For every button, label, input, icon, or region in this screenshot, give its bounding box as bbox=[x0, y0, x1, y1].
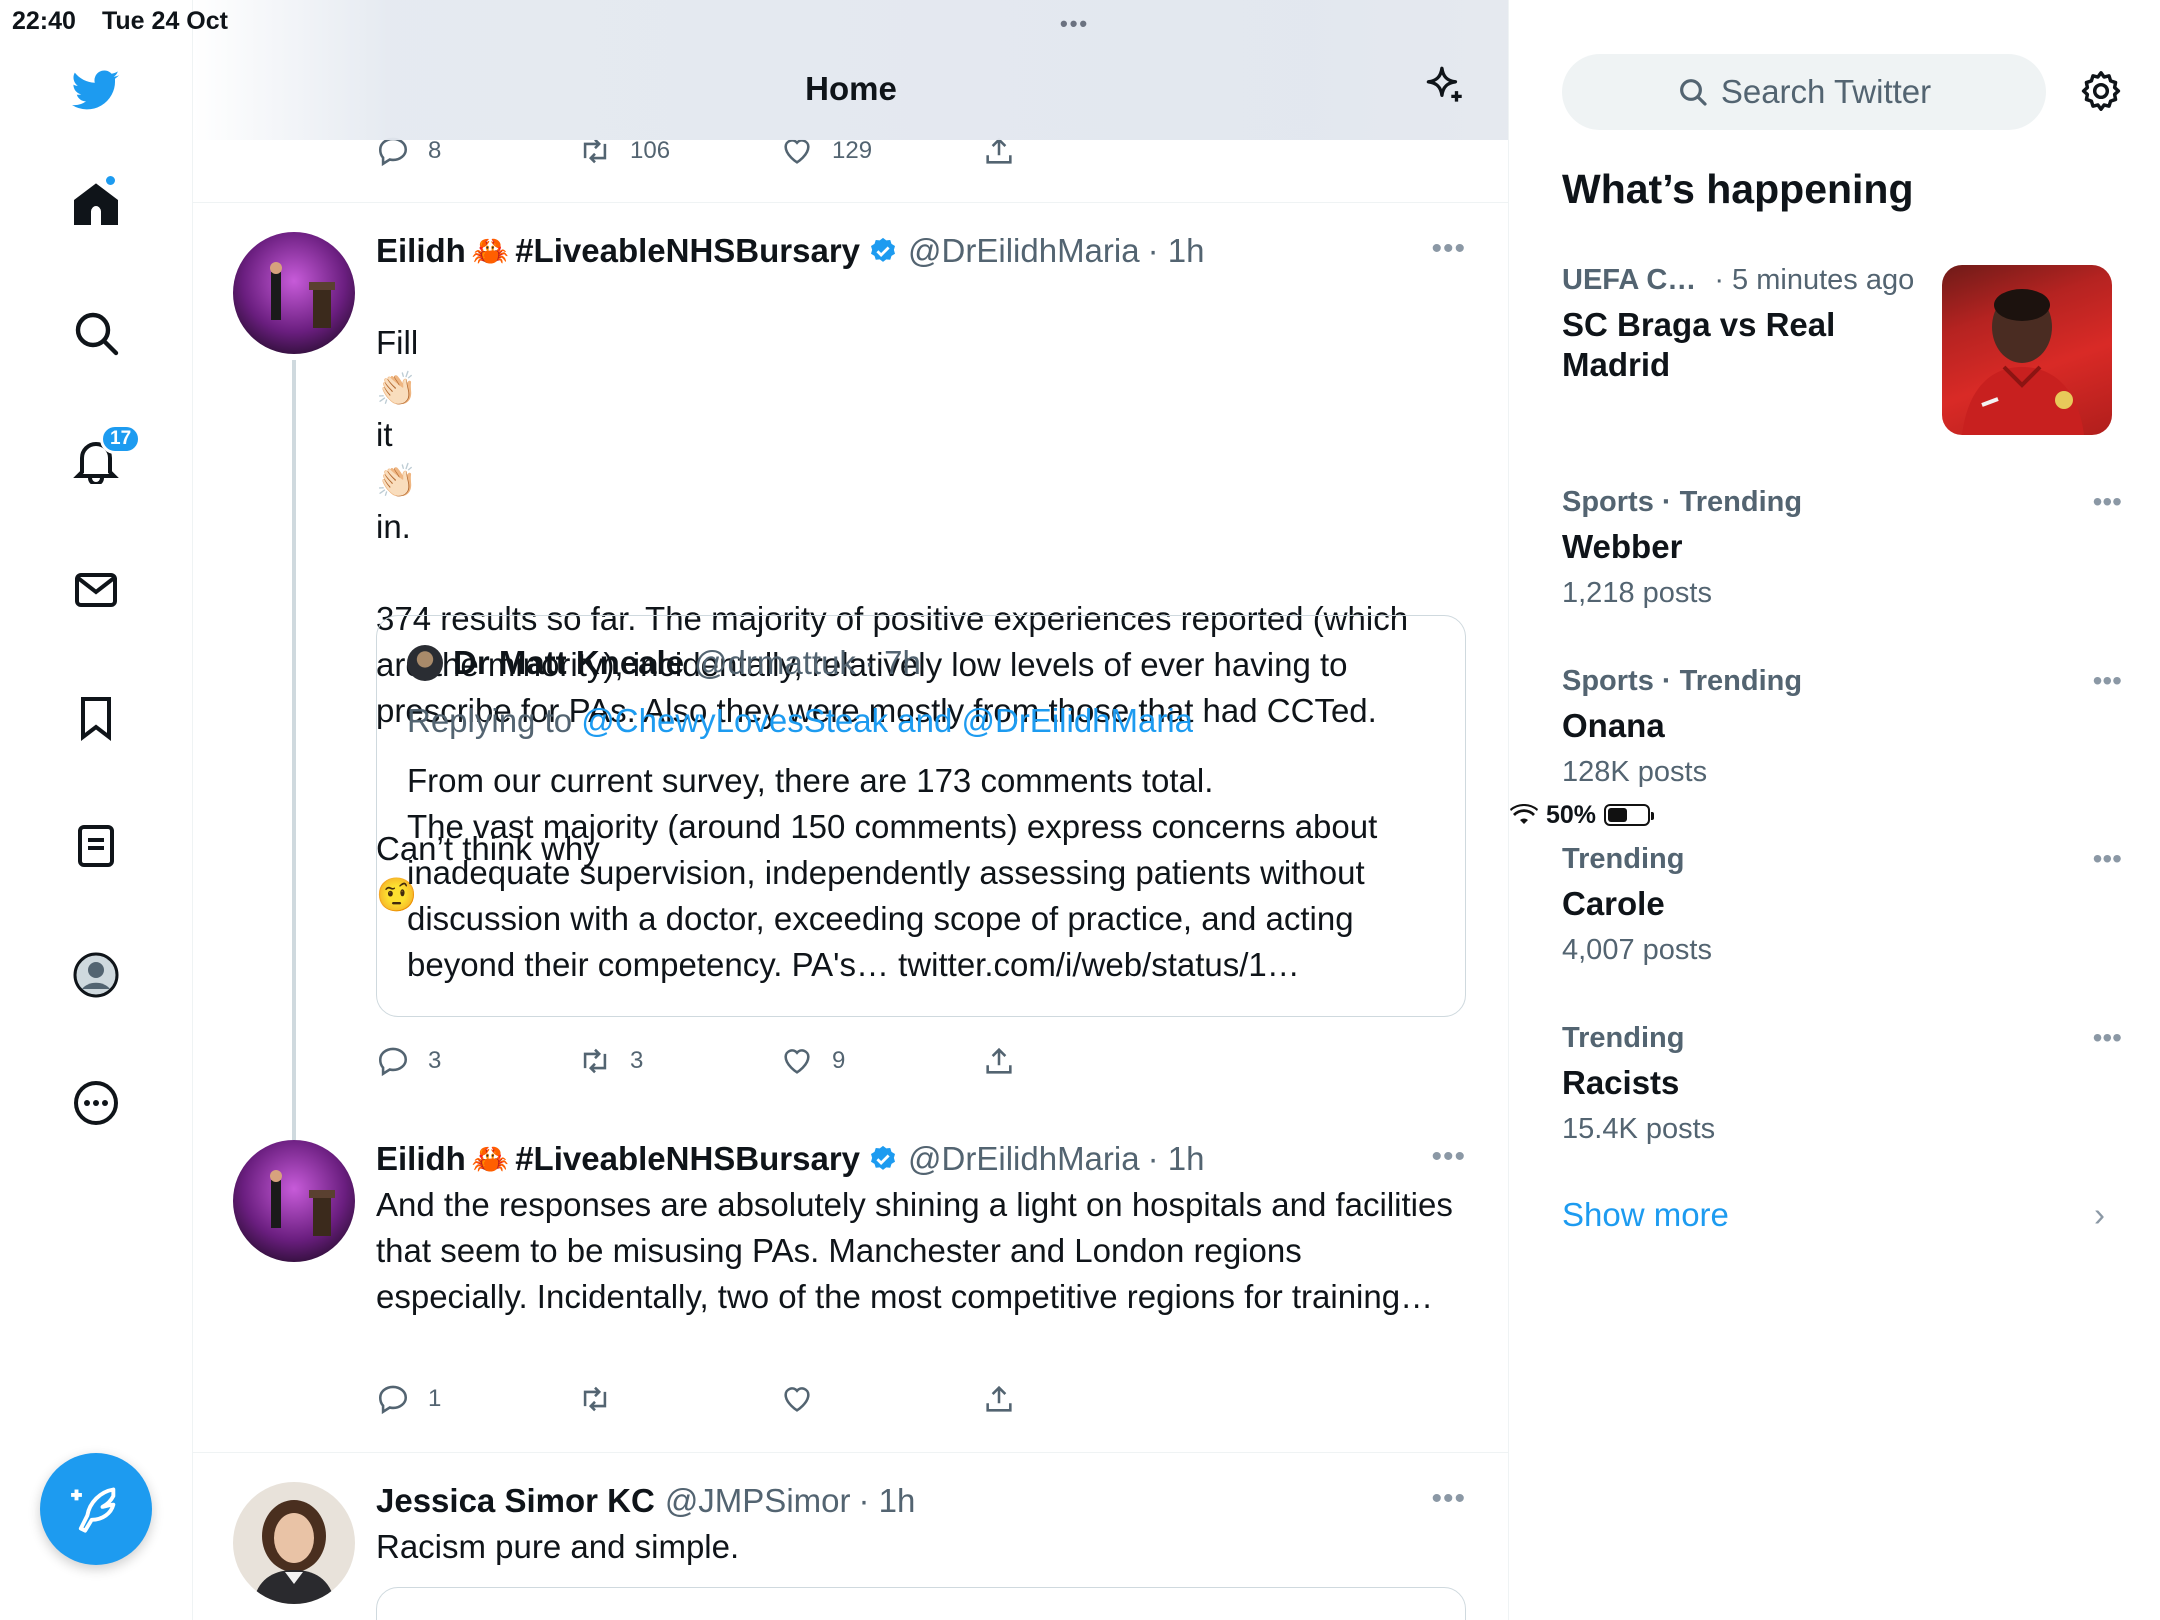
quoted-tweet-text: From our current survey, there are 173 c… bbox=[407, 762, 1378, 983]
wifi-icon bbox=[1510, 804, 1538, 824]
status-bar: 22:40 Tue 24 Oct ••• 50% bbox=[0, 0, 2160, 829]
tweet-header: Jessica Simor KC @JMPSimor · 1h bbox=[376, 1482, 1466, 1520]
retweet-button[interactable] bbox=[578, 1382, 780, 1416]
clap-emoji: 👏🏻 bbox=[376, 462, 418, 499]
quoted-tweet-header: Dr Matt Kneale @drmattuk · 7h bbox=[407, 644, 921, 682]
like-button[interactable] bbox=[780, 1382, 982, 1416]
author-name-tag[interactable]: #LiveableNHSBursary bbox=[515, 1140, 860, 1178]
battery-icon bbox=[1604, 804, 1655, 826]
replying-to-users[interactable]: @ChewyLovesSteak and @DrEilidhMaria bbox=[581, 702, 1193, 739]
compose-tweet-button[interactable] bbox=[40, 1453, 152, 1565]
tweet-text-part: Fill bbox=[376, 324, 419, 361]
quoted-avatar bbox=[407, 645, 443, 681]
twitter-bird-icon[interactable] bbox=[66, 60, 126, 120]
list-icon[interactable] bbox=[66, 816, 126, 876]
author-handle[interactable]: @JMPSimor bbox=[665, 1482, 851, 1520]
reply-count: 8 bbox=[428, 137, 442, 164]
tweet-actions: 1 bbox=[376, 1382, 1184, 1416]
bell-icon[interactable]: 17 bbox=[66, 424, 142, 490]
tweet-actions: 3 3 9 bbox=[376, 1044, 1184, 1078]
retweet-button[interactable]: 3 bbox=[578, 1044, 780, 1078]
share-icon bbox=[986, 1385, 1012, 1412]
tweet-time[interactable]: · 1h bbox=[859, 1482, 916, 1520]
like-count: 9 bbox=[832, 1047, 846, 1074]
retweet-count: 3 bbox=[630, 1047, 644, 1074]
more-icon[interactable] bbox=[66, 1073, 126, 1133]
tweet-text-part: it bbox=[376, 416, 393, 453]
retweet-icon bbox=[583, 1048, 607, 1074]
reply-icon bbox=[378, 1385, 408, 1415]
avatar[interactable] bbox=[233, 1140, 355, 1262]
tweet-more-icon[interactable]: ••• bbox=[1431, 1482, 1466, 1516]
author-name[interactable]: Eilidh bbox=[376, 232, 466, 270]
divider bbox=[193, 1452, 1508, 1453]
verified-badge-icon bbox=[871, 1145, 896, 1170]
profile-icon[interactable] bbox=[66, 945, 126, 1005]
thread-line bbox=[292, 360, 296, 1140]
tweet-time[interactable]: · 1h bbox=[1148, 1140, 1205, 1178]
mail-icon[interactable] bbox=[66, 560, 126, 620]
search-icon[interactable] bbox=[66, 303, 126, 363]
status-date: Tue 24 Oct bbox=[102, 7, 228, 35]
like-button[interactable]: 9 bbox=[780, 1044, 982, 1078]
clap-emoji: 👏🏻 bbox=[376, 370, 418, 407]
home-unread-dot bbox=[104, 174, 117, 187]
status-time: 22:40 bbox=[12, 7, 76, 35]
tweet-text: Racism pure and simple. bbox=[376, 1528, 740, 1565]
author-handle[interactable]: @DrEilidhMaria bbox=[908, 232, 1140, 270]
battery-percent: 50% bbox=[1546, 800, 1597, 829]
quoted-author-handle: @drmattuk bbox=[694, 644, 856, 681]
avatar[interactable] bbox=[233, 1482, 355, 1604]
reply-button[interactable]: 3 bbox=[376, 1044, 578, 1078]
page-title: Home bbox=[805, 70, 897, 107]
quoted-tweet[interactable] bbox=[376, 1587, 1466, 1620]
avatar[interactable] bbox=[233, 232, 355, 354]
tweet-more-icon[interactable]: ••• bbox=[1431, 1140, 1466, 1174]
tweet-header: Eilidh 🦀 #LiveableNHSBursary @DrEilidhMa… bbox=[376, 1140, 1466, 1178]
author-name-tag[interactable]: #LiveableNHSBursary bbox=[515, 232, 860, 270]
like-count: 129 bbox=[832, 137, 873, 164]
crab-emoji: 🦀 bbox=[471, 1142, 510, 1176]
heart-icon bbox=[784, 1387, 810, 1412]
tweet-more-icon[interactable]: ••• bbox=[1431, 232, 1466, 266]
retweet-icon bbox=[583, 1386, 607, 1412]
reply-button[interactable]: 1 bbox=[376, 1382, 578, 1416]
quoted-tweet[interactable]: Dr Matt Kneale @drmattuk · 7h Replying t… bbox=[376, 615, 1466, 1017]
tweet-header: Eilidh 🦀 #LiveableNHSBursary @DrEilidhMa… bbox=[376, 232, 1466, 270]
divider bbox=[193, 202, 1508, 203]
crab-emoji: 🦀 bbox=[471, 234, 510, 268]
tweet-text: And the responses are absolutely shining… bbox=[376, 1186, 1453, 1315]
share-icon bbox=[986, 1047, 1012, 1074]
quoted-time: · 7h bbox=[863, 644, 921, 681]
tweet-text-line1: Fill 👏🏻 it 👏🏻 in. bbox=[376, 274, 1466, 550]
reply-count: 1 bbox=[428, 1385, 442, 1412]
heart-icon bbox=[784, 1049, 810, 1074]
author-handle[interactable]: @DrEilidhMaria bbox=[908, 1140, 1140, 1178]
multitasking-grip[interactable]: ••• bbox=[1060, 11, 1089, 37]
status-right: 50% bbox=[1510, 5, 2160, 1620]
bookmark-icon[interactable] bbox=[66, 688, 126, 748]
timeline: 8 106 129 Home Eilidh 🦀 #LiveableNHSBurs… bbox=[193, 0, 1509, 1620]
retweet-count: 106 bbox=[630, 137, 671, 164]
verified-badge-icon bbox=[871, 237, 896, 262]
share-button[interactable] bbox=[982, 1382, 1184, 1416]
author-name[interactable]: Eilidh bbox=[376, 1140, 466, 1178]
compose-feather-icon bbox=[71, 1487, 116, 1533]
notifications-badge: 17 bbox=[100, 424, 142, 454]
sparkle-icon[interactable] bbox=[1419, 62, 1469, 117]
replying-to: Replying to @ChewyLovesSteak and @DrEili… bbox=[407, 702, 1193, 740]
home-icon[interactable] bbox=[66, 174, 126, 234]
author-name[interactable]: Jessica Simor KC bbox=[376, 1482, 655, 1520]
share-button[interactable] bbox=[982, 1044, 1184, 1078]
tweet-time[interactable]: · 1h bbox=[1148, 232, 1205, 270]
reply-icon bbox=[378, 1047, 408, 1077]
reply-count: 3 bbox=[428, 1047, 442, 1074]
quoted-author-name: Dr Matt Kneale bbox=[453, 644, 685, 681]
replying-prefix: Replying to bbox=[407, 702, 573, 739]
left-navigation: 17 bbox=[0, 0, 193, 1620]
tweet-text-part: in. bbox=[376, 508, 411, 545]
